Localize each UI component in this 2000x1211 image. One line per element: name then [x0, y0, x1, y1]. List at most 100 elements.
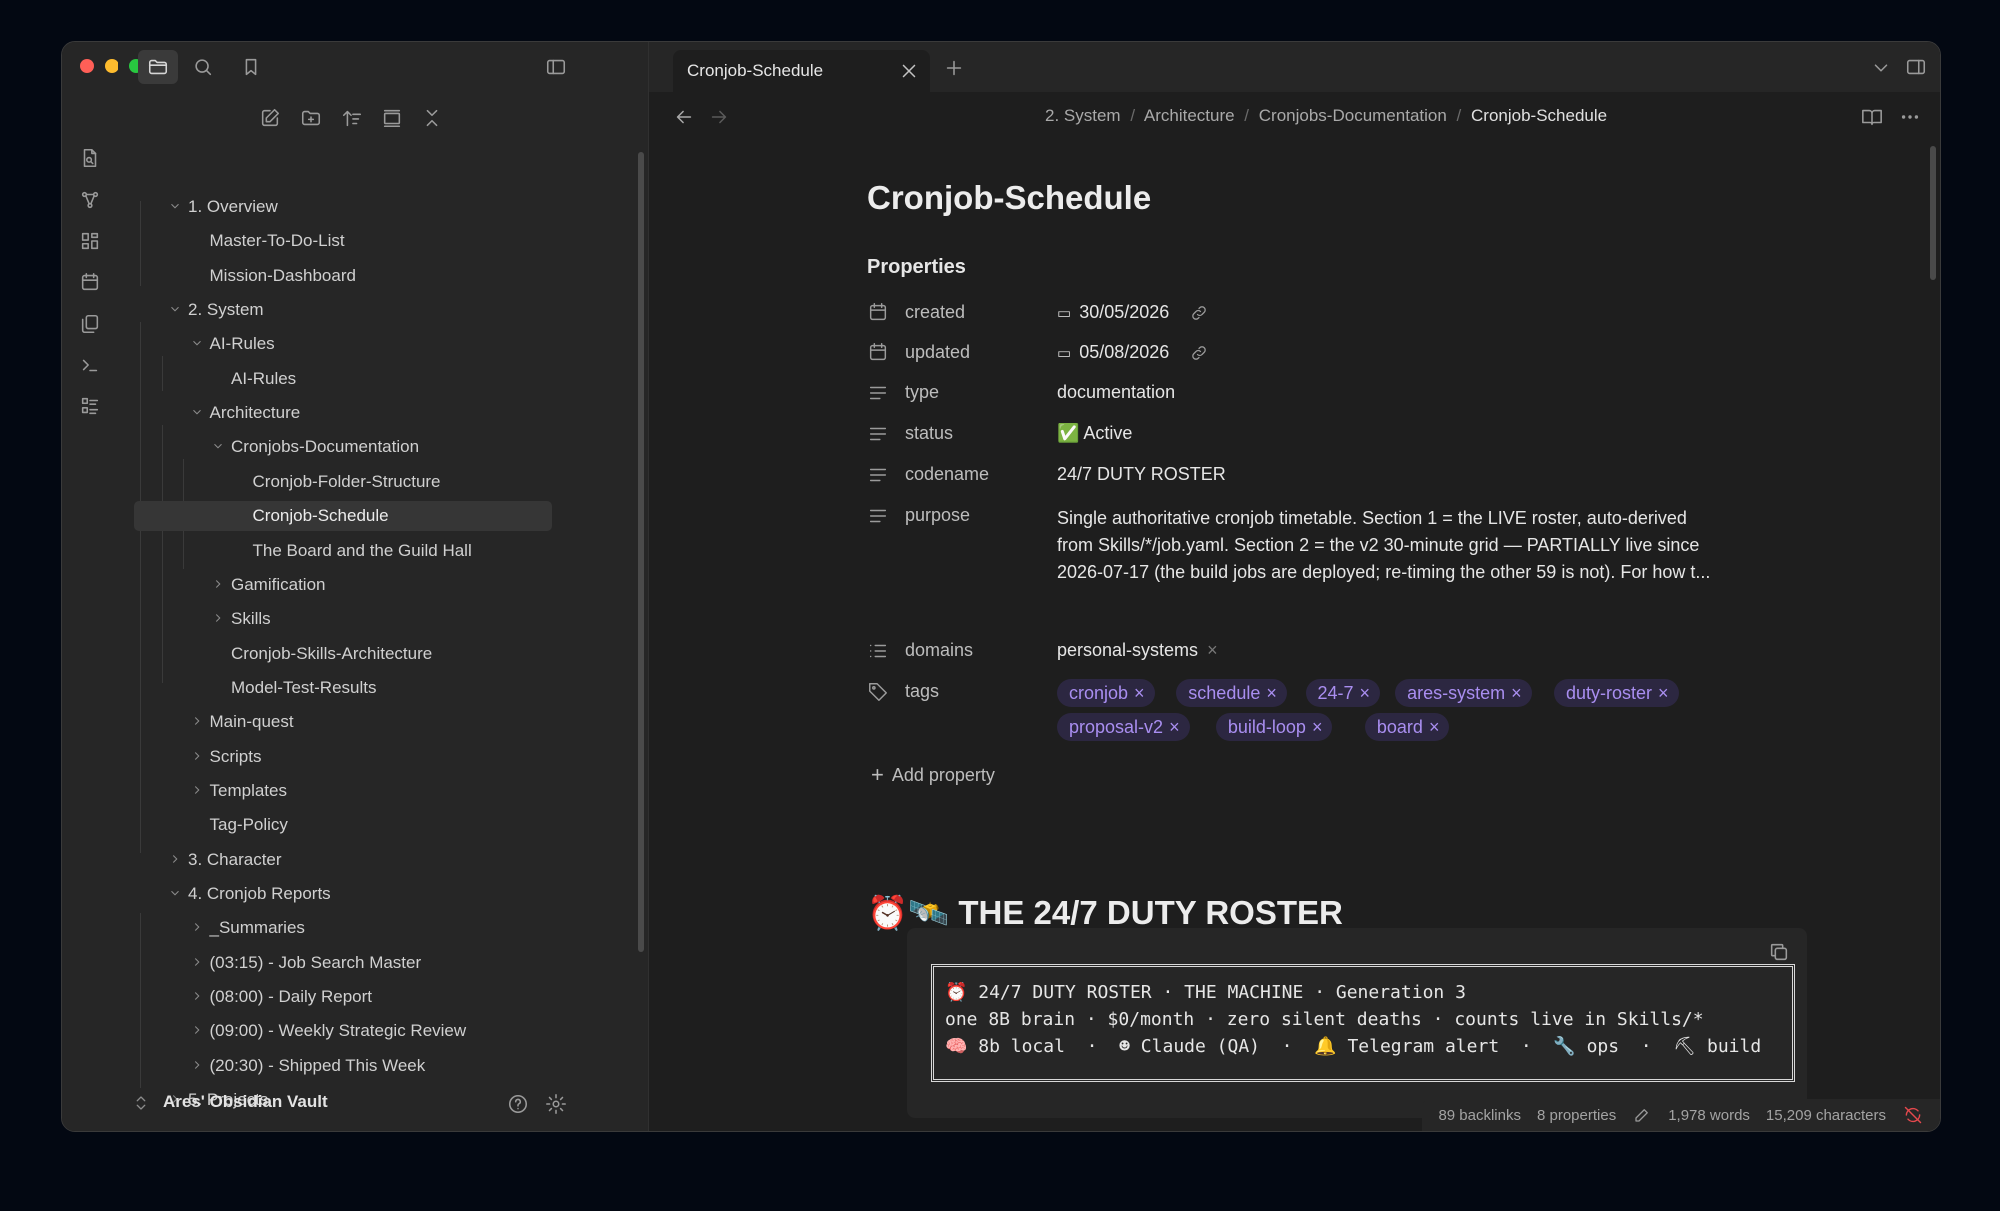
properties-count[interactable]: 8 properties [1537, 1107, 1616, 1124]
remove-tag-icon[interactable]: × [1511, 683, 1522, 703]
vault-name[interactable]: Ares' Obsidian Vault [163, 1092, 328, 1112]
tree-item[interactable]: Gamification [231, 570, 325, 600]
edit-mode-pencil-icon[interactable] [1632, 1105, 1652, 1125]
breadcrumb-architecture[interactable]: Architecture [1144, 106, 1235, 125]
property-value-domains[interactable]: personal-systems × [1057, 640, 1218, 661]
tree-item[interactable]: 2. System [188, 295, 264, 325]
property-name-type[interactable]: type [905, 382, 939, 403]
code-block[interactable]: ⏰ 24/7 DUTY ROSTER · THE MACHINE · Gener… [907, 928, 1807, 1118]
collapse-all-icon[interactable] [420, 106, 444, 130]
property-name-created[interactable]: created [905, 302, 965, 323]
chevron-right-icon[interactable] [190, 783, 200, 794]
tree-item[interactable]: Master-To-Do-List [210, 226, 345, 256]
breadcrumb-cronjobs-documentation[interactable]: Cronjobs-Documentation [1259, 106, 1447, 125]
calendar-icon[interactable] [78, 270, 102, 294]
tree-item[interactable]: The Board and the Guild Hall [253, 536, 472, 566]
minimize-window-button[interactable] [105, 59, 119, 73]
tree-item[interactable]: (20:30) - Shipped This Week [210, 1051, 426, 1081]
tree-item[interactable]: AI-Rules [210, 329, 275, 359]
tree-item[interactable]: Model-Test-Results [231, 673, 377, 703]
chevron-down-icon[interactable] [168, 886, 179, 896]
help-icon[interactable] [506, 1092, 530, 1116]
chevron-down-icon[interactable] [168, 199, 179, 209]
new-note-icon[interactable] [78, 146, 102, 170]
tag-pill[interactable]: proposal-v2 × [1057, 713, 1190, 741]
chevron-right-icon[interactable] [211, 611, 221, 623]
tree-item[interactable]: Cronjob-Schedule [134, 501, 552, 532]
auto-reveal-icon[interactable] [380, 106, 404, 130]
note-title[interactable]: Cronjob-Schedule [867, 179, 1151, 217]
tag-pill[interactable]: 24-7 × [1305, 679, 1381, 707]
tree-item[interactable]: Skills [231, 604, 271, 634]
folder-icon[interactable] [138, 50, 178, 84]
property-name-domains[interactable]: domains [905, 640, 973, 661]
sync-error-icon[interactable] [1902, 1104, 1924, 1126]
sidebar-scrollbar[interactable] [638, 152, 644, 952]
tree-item[interactable]: Mission-Dashboard [210, 261, 356, 291]
remove-tag-icon[interactable]: × [1134, 683, 1145, 703]
close-tab-icon[interactable] [898, 60, 920, 82]
remove-tag-icon[interactable]: × [1658, 683, 1669, 703]
tree-item[interactable]: (08:00) - Daily Report [210, 982, 373, 1012]
tree-item[interactable]: Main-quest [210, 707, 294, 737]
new-tab-icon[interactable] [942, 56, 966, 80]
tree-item[interactable]: Cronjob-Skills-Architecture [231, 639, 432, 669]
remove-tag-icon[interactable]: × [1169, 717, 1180, 737]
bookmark-icon[interactable] [239, 55, 263, 79]
sort-icon[interactable] [340, 106, 364, 130]
search-icon[interactable] [191, 55, 215, 79]
backlinks-count[interactable]: 89 backlinks [1438, 1107, 1521, 1124]
editor-scrollbar[interactable] [1930, 146, 1936, 280]
tag-pill[interactable]: duty-roster × [1554, 679, 1679, 707]
chevron-right-icon[interactable] [190, 920, 200, 932]
chevron-right-icon[interactable] [190, 955, 200, 966]
remove-tag-icon[interactable]: × [1429, 717, 1440, 737]
tree-item[interactable]: Scripts [210, 742, 262, 772]
remove-tag-icon[interactable]: × [1312, 717, 1323, 737]
back-arrow-icon[interactable] [672, 105, 696, 129]
more-options-icon[interactable] [1898, 105, 1922, 129]
property-value-codename[interactable]: 24/7 DUTY ROSTER [1057, 464, 1226, 485]
sidebar-toggle-icon[interactable] [544, 55, 568, 79]
tree-item[interactable]: 3. Character [188, 845, 282, 875]
settings-gear-icon[interactable] [544, 1092, 568, 1116]
chevron-right-icon[interactable] [190, 1023, 200, 1035]
breadcrumb-current-note[interactable]: Cronjob-Schedule [1471, 106, 1607, 125]
vault-switcher-chevron-icon[interactable] [132, 1094, 150, 1112]
right-sidebar-toggle-icon[interactable] [1904, 55, 1928, 79]
chevron-right-icon[interactable] [190, 749, 200, 760]
remove-tag-icon[interactable]: × [1266, 683, 1277, 703]
reading-view-icon[interactable] [1860, 105, 1884, 129]
link-icon[interactable] [1189, 343, 1209, 363]
breadcrumb-system[interactable]: 2. System [1045, 106, 1121, 125]
property-value-purpose[interactable]: Single authoritative cronjob timetable. … [1057, 505, 1710, 586]
chevron-right-icon[interactable] [190, 989, 200, 1000]
tab-list-chevron-icon[interactable] [1869, 56, 1893, 80]
tab-cronjob-schedule[interactable]: Cronjob-Schedule [673, 50, 930, 92]
chevron-right-icon[interactable] [168, 852, 178, 863]
property-name-purpose[interactable]: purpose [905, 505, 970, 526]
tree-item[interactable]: AI-Rules [231, 364, 296, 394]
chevron-down-icon[interactable] [190, 405, 201, 415]
chevron-right-icon[interactable] [211, 577, 221, 588]
properties-heading[interactable]: Properties [867, 256, 966, 279]
property-name-codename[interactable]: codename [905, 464, 989, 485]
canvas-icon[interactable] [78, 229, 102, 253]
tasks-icon[interactable] [78, 394, 102, 418]
tree-item[interactable]: Cronjob-Folder-Structure [253, 467, 441, 497]
tree-item[interactable]: (03:15) - Job Search Master [210, 948, 422, 978]
remove-domain-icon[interactable]: × [1207, 640, 1218, 660]
new-note-icon[interactable] [258, 106, 282, 130]
chevron-right-icon[interactable] [190, 714, 200, 726]
add-property-button[interactable]: + Add property [871, 762, 995, 788]
property-value-type[interactable]: documentation [1057, 382, 1175, 403]
chevron-down-icon[interactable] [190, 336, 201, 346]
templates-icon[interactable] [78, 312, 102, 336]
tree-item[interactable]: 1. Overview [188, 192, 278, 222]
tag-pill[interactable]: schedule × [1176, 679, 1287, 707]
tag-pill[interactable]: cronjob × [1057, 679, 1155, 707]
graph-view-icon[interactable] [78, 188, 102, 212]
chevron-down-icon[interactable] [168, 302, 179, 312]
tree-item[interactable]: Architecture [210, 398, 301, 428]
property-value-created[interactable]: ▭ 30/05/2026 [1057, 302, 1209, 323]
